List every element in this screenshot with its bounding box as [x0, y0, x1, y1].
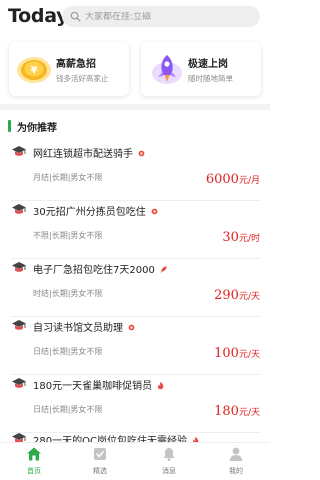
fire-badge-icon — [128, 324, 135, 331]
job-salary: 100元/天 — [214, 346, 260, 361]
bottom-tab-bar: 首页 精选 消息 我的 — [0, 442, 270, 480]
tab-home[interactable]: 首页 — [14, 446, 54, 480]
card-title: 高薪急招 — [56, 59, 96, 70]
tab-label: 消息 — [162, 467, 176, 475]
section-divider — [0, 104, 270, 110]
card-subtitle: 钱多活好高家止 — [56, 74, 109, 83]
job-tags: 月结|长期|男女不限 — [33, 173, 103, 182]
home-icon — [27, 447, 41, 461]
job-tags: 时结|长期|男女不限 — [33, 289, 103, 298]
section-title: 为你推荐 — [17, 122, 57, 134]
app-header: Today — [0, 0, 270, 36]
rocket-badge-icon — [159, 266, 167, 274]
job-tags: 不限|长期|男女不限 — [33, 231, 103, 240]
svg-text:¥: ¥ — [31, 65, 38, 76]
job-title: 180元一天雀巢咖啡促销员 — [33, 377, 165, 392]
job-title: 网红连锁超市配送骑手 — [33, 145, 146, 160]
tab-label: 精选 — [93, 467, 107, 475]
tab-label: 首页 — [27, 467, 41, 475]
job-salary: 180元/天 — [214, 404, 260, 419]
high-pay-card[interactable]: ¥ 高薪急招 钱多活好高家止 — [9, 42, 129, 96]
fire-badge-icon — [151, 208, 158, 215]
job-tags: 日结|长期|男女不限 — [33, 405, 103, 414]
search-icon — [70, 11, 81, 22]
graduation-cap-icon — [12, 262, 26, 272]
flame-badge-icon — [158, 381, 164, 390]
graduation-cap-icon — [12, 204, 26, 214]
recommend-section-header: 为你推荐 — [8, 119, 57, 134]
bell-icon — [163, 448, 175, 461]
fire-badge-icon — [138, 150, 145, 157]
graduation-cap-icon — [12, 146, 26, 156]
section-accent-bar — [8, 120, 11, 132]
search-bar[interactable] — [62, 6, 260, 27]
quick-entry-cards: ¥ 高薪急招 钱多活好高家止 极速上岗 随时随地简单 — [0, 42, 270, 96]
fast-start-card[interactable]: 极速上岗 随时随地简单 — [141, 42, 261, 96]
featured-icon — [94, 448, 106, 460]
job-title: 电子厂急招包吃住7天2000 — [33, 261, 168, 276]
tab-messages[interactable]: 消息 — [149, 446, 189, 480]
search-input[interactable] — [85, 11, 255, 22]
job-salary: 290元/天 — [214, 288, 260, 303]
graduation-cap-icon — [12, 378, 26, 388]
user-icon — [229, 447, 243, 461]
job-title: 30元招广州分拣员包吃住 — [33, 203, 159, 218]
job-list-item[interactable]: 30元招广州分拣员包吃住 不限|长期|男女不限 30元/时 — [0, 201, 270, 259]
tab-label: 我的 — [229, 467, 243, 475]
rocket-icon — [152, 55, 182, 84]
tab-featured[interactable]: 精选 — [80, 446, 120, 480]
job-title: 自习读书馆文员助理 — [33, 319, 136, 334]
job-list-item[interactable]: 网红连锁超市配送骑手 月结|长期|男女不限 6000元/月 — [0, 143, 270, 201]
job-list-item[interactable]: 电子厂急招包吃住7天2000 时结|长期|男女不限 290元/天 — [0, 259, 270, 317]
graduation-cap-icon — [12, 320, 26, 330]
job-tags: 日结|长期|男女不限 — [33, 347, 103, 356]
job-list-item[interactable]: 自习读书馆文员助理 日结|长期|男女不限 100元/天 — [0, 317, 270, 375]
tab-profile[interactable]: 我的 — [216, 446, 256, 480]
app-brand: Today — [8, 5, 69, 27]
card-title: 极速上岗 — [188, 59, 228, 70]
job-salary: 30元/时 — [222, 230, 260, 245]
job-list-item[interactable]: 180元一天雀巢咖啡促销员 日结|长期|男女不限 180元/天 — [0, 375, 270, 433]
job-salary: 6000元/月 — [205, 172, 260, 187]
card-subtitle: 随时随地简单 — [188, 74, 233, 83]
gold-coin-icon: ¥ — [17, 57, 51, 83]
